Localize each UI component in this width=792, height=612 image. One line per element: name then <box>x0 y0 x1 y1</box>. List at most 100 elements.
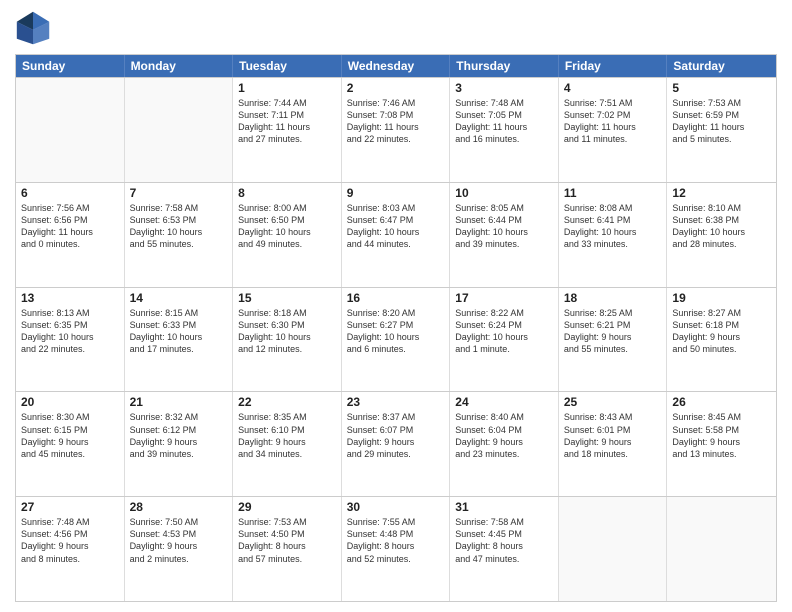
calendar-header: SundayMondayTuesdayWednesdayThursdayFrid… <box>16 55 776 77</box>
calendar-cell: 6 Sunrise: 7:56 AM Sunset: 6:56 PM Daylig… <box>16 183 125 287</box>
calendar-cell <box>667 497 776 601</box>
day-info: Sunrise: 8:30 AM Sunset: 6:15 PM Dayligh… <box>21 411 119 460</box>
calendar-cell: 16 Sunrise: 8:20 AM Sunset: 6:27 PM Dayli… <box>342 288 451 392</box>
calendar-cell: 29Sunrise: 7:53 AM Sunset: 4:50 PM Dayli… <box>233 497 342 601</box>
day-number: 10 <box>455 186 553 200</box>
calendar-cell: 3 Sunrise: 7:48 AM Sunset: 7:05 PM Daylig… <box>450 78 559 182</box>
day-info: Sunrise: 8:13 AM Sunset: 6:35 PM Dayligh… <box>21 307 119 356</box>
calendar-cell: 31 Sunrise: 7:58 AM Sunset: 4:45 PM Dayli… <box>450 497 559 601</box>
cal-header-day: Sunday <box>16 55 125 77</box>
day-number: 7 <box>130 186 228 200</box>
calendar-cell: 21 Sunrise: 8:32 AM Sunset: 6:12 PM Dayli… <box>125 392 234 496</box>
calendar-cell: 20Sunrise: 8:30 AM Sunset: 6:15 PM Dayli… <box>16 392 125 496</box>
day-number: 28 <box>130 500 228 514</box>
calendar-cell: 27 Sunrise: 7:48 AM Sunset: 4:56 PM Dayli… <box>16 497 125 601</box>
page: SundayMondayTuesdayWednesdayThursdayFrid… <box>0 0 792 612</box>
day-info: Sunrise: 7:51 AM Sunset: 7:02 PM Dayligh… <box>564 97 662 146</box>
day-number: 27 <box>21 500 119 514</box>
day-info: Sunrise: 8:22 AM Sunset: 6:24 PM Dayligh… <box>455 307 553 356</box>
day-number: 25 <box>564 395 662 409</box>
header <box>15 10 777 46</box>
calendar-cell: 22 Sunrise: 8:35 AM Sunset: 6:10 PM Dayli… <box>233 392 342 496</box>
day-number: 8 <box>238 186 336 200</box>
calendar-cell: 5 Sunrise: 7:53 AM Sunset: 6:59 PM Daylig… <box>667 78 776 182</box>
day-number: 6 <box>21 186 119 200</box>
calendar-cell: 1 Sunrise: 7:44 AM Sunset: 7:11 PM Daylig… <box>233 78 342 182</box>
day-number: 3 <box>455 81 553 95</box>
calendar-cell: 13 Sunrise: 8:13 AM Sunset: 6:35 PM Dayli… <box>16 288 125 392</box>
calendar-cell: 19 Sunrise: 8:27 AM Sunset: 6:18 PM Dayli… <box>667 288 776 392</box>
calendar-cell: 15 Sunrise: 8:18 AM Sunset: 6:30 PM Dayli… <box>233 288 342 392</box>
day-info: Sunrise: 8:00 AM Sunset: 6:50 PM Dayligh… <box>238 202 336 251</box>
day-info: Sunrise: 7:50 AM Sunset: 4:53 PM Dayligh… <box>130 516 228 565</box>
calendar: SundayMondayTuesdayWednesdayThursdayFrid… <box>15 54 777 602</box>
calendar-cell: 10 Sunrise: 8:05 AM Sunset: 6:44 PM Dayli… <box>450 183 559 287</box>
day-number: 23 <box>347 395 445 409</box>
day-info: Sunrise: 8:05 AM Sunset: 6:44 PM Dayligh… <box>455 202 553 251</box>
calendar-row: 27 Sunrise: 7:48 AM Sunset: 4:56 PM Dayli… <box>16 496 776 601</box>
cal-header-day: Friday <box>559 55 668 77</box>
calendar-cell: 2 Sunrise: 7:46 AM Sunset: 7:08 PM Daylig… <box>342 78 451 182</box>
day-info: Sunrise: 8:35 AM Sunset: 6:10 PM Dayligh… <box>238 411 336 460</box>
day-number: 5 <box>672 81 771 95</box>
day-info: Sunrise: 8:03 AM Sunset: 6:47 PM Dayligh… <box>347 202 445 251</box>
day-number: 2 <box>347 81 445 95</box>
day-info: Sunrise: 8:10 AM Sunset: 6:38 PM Dayligh… <box>672 202 771 251</box>
cal-header-day: Tuesday <box>233 55 342 77</box>
day-info: Sunrise: 7:53 AM Sunset: 6:59 PM Dayligh… <box>672 97 771 146</box>
day-number: 1 <box>238 81 336 95</box>
calendar-cell: 30 Sunrise: 7:55 AM Sunset: 4:48 PM Dayli… <box>342 497 451 601</box>
calendar-row: 6 Sunrise: 7:56 AM Sunset: 6:56 PM Daylig… <box>16 182 776 287</box>
day-info: Sunrise: 7:48 AM Sunset: 4:56 PM Dayligh… <box>21 516 119 565</box>
day-number: 13 <box>21 291 119 305</box>
day-info: Sunrise: 7:46 AM Sunset: 7:08 PM Dayligh… <box>347 97 445 146</box>
cal-header-day: Saturday <box>667 55 776 77</box>
day-info: Sunrise: 7:44 AM Sunset: 7:11 PM Dayligh… <box>238 97 336 146</box>
day-info: Sunrise: 8:18 AM Sunset: 6:30 PM Dayligh… <box>238 307 336 356</box>
cal-header-day: Wednesday <box>342 55 451 77</box>
calendar-cell: 28 Sunrise: 7:50 AM Sunset: 4:53 PM Dayli… <box>125 497 234 601</box>
calendar-cell: 26Sunrise: 8:45 AM Sunset: 5:58 PM Dayli… <box>667 392 776 496</box>
day-info: Sunrise: 7:48 AM Sunset: 7:05 PM Dayligh… <box>455 97 553 146</box>
day-number: 17 <box>455 291 553 305</box>
day-info: Sunrise: 8:15 AM Sunset: 6:33 PM Dayligh… <box>130 307 228 356</box>
logo-icon <box>15 10 51 46</box>
day-number: 15 <box>238 291 336 305</box>
calendar-cell: 17 Sunrise: 8:22 AM Sunset: 6:24 PM Dayli… <box>450 288 559 392</box>
calendar-cell: 23 Sunrise: 8:37 AM Sunset: 6:07 PM Dayli… <box>342 392 451 496</box>
day-info: Sunrise: 8:43 AM Sunset: 6:01 PM Dayligh… <box>564 411 662 460</box>
day-info: Sunrise: 7:53 AM Sunset: 4:50 PM Dayligh… <box>238 516 336 565</box>
calendar-body: 1 Sunrise: 7:44 AM Sunset: 7:11 PM Daylig… <box>16 77 776 601</box>
day-number: 30 <box>347 500 445 514</box>
day-info: Sunrise: 7:55 AM Sunset: 4:48 PM Dayligh… <box>347 516 445 565</box>
day-info: Sunrise: 7:58 AM Sunset: 6:53 PM Dayligh… <box>130 202 228 251</box>
day-number: 18 <box>564 291 662 305</box>
calendar-cell: 24Sunrise: 8:40 AM Sunset: 6:04 PM Dayli… <box>450 392 559 496</box>
calendar-cell: 25 Sunrise: 8:43 AM Sunset: 6:01 PM Dayli… <box>559 392 668 496</box>
day-number: 26 <box>672 395 771 409</box>
day-info: Sunrise: 8:08 AM Sunset: 6:41 PM Dayligh… <box>564 202 662 251</box>
day-number: 16 <box>347 291 445 305</box>
day-info: Sunrise: 7:58 AM Sunset: 4:45 PM Dayligh… <box>455 516 553 565</box>
day-info: Sunrise: 8:37 AM Sunset: 6:07 PM Dayligh… <box>347 411 445 460</box>
day-number: 19 <box>672 291 771 305</box>
day-info: Sunrise: 8:32 AM Sunset: 6:12 PM Dayligh… <box>130 411 228 460</box>
calendar-cell <box>559 497 668 601</box>
calendar-cell: 4Sunrise: 7:51 AM Sunset: 7:02 PM Daylig… <box>559 78 668 182</box>
cal-header-day: Thursday <box>450 55 559 77</box>
day-info: Sunrise: 8:27 AM Sunset: 6:18 PM Dayligh… <box>672 307 771 356</box>
day-number: 11 <box>564 186 662 200</box>
day-number: 22 <box>238 395 336 409</box>
calendar-cell: 12Sunrise: 8:10 AM Sunset: 6:38 PM Dayli… <box>667 183 776 287</box>
calendar-row: 13 Sunrise: 8:13 AM Sunset: 6:35 PM Dayli… <box>16 287 776 392</box>
day-info: Sunrise: 8:25 AM Sunset: 6:21 PM Dayligh… <box>564 307 662 356</box>
calendar-cell <box>125 78 234 182</box>
day-number: 21 <box>130 395 228 409</box>
calendar-cell: 14 Sunrise: 8:15 AM Sunset: 6:33 PM Dayli… <box>125 288 234 392</box>
day-info: Sunrise: 8:20 AM Sunset: 6:27 PM Dayligh… <box>347 307 445 356</box>
day-number: 14 <box>130 291 228 305</box>
day-info: Sunrise: 7:56 AM Sunset: 6:56 PM Dayligh… <box>21 202 119 251</box>
calendar-cell: 8 Sunrise: 8:00 AM Sunset: 6:50 PM Daylig… <box>233 183 342 287</box>
day-number: 31 <box>455 500 553 514</box>
calendar-cell: 18 Sunrise: 8:25 AM Sunset: 6:21 PM Dayli… <box>559 288 668 392</box>
